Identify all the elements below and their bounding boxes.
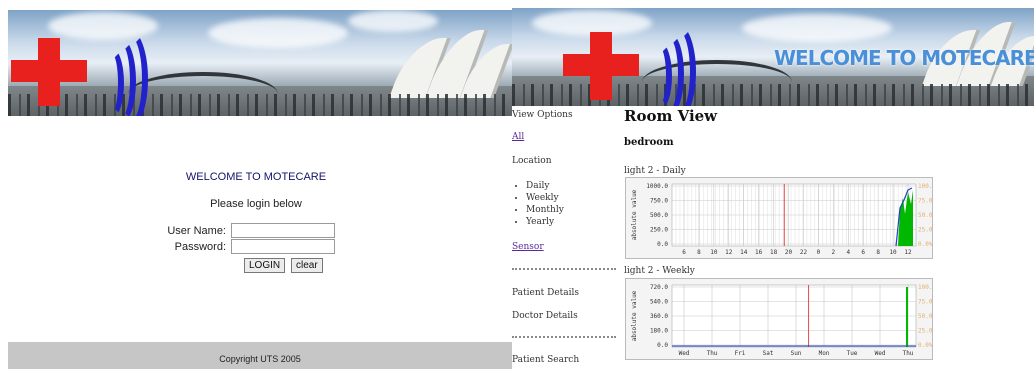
x-tick-label: Mon xyxy=(819,350,830,357)
right-axis-label: 50.0% xyxy=(918,212,932,219)
right-axis-label: 100.0% xyxy=(918,284,932,291)
right-axis-label: 25.0% xyxy=(918,328,932,335)
x-tick-label: 8 xyxy=(876,249,880,256)
x-tick-label: 0 xyxy=(817,249,821,256)
page-title: Room View xyxy=(624,107,718,125)
daily-graph-label: light 2 - Daily xyxy=(624,166,686,176)
weekly-series-bar xyxy=(906,287,908,347)
x-tick-label: Sat xyxy=(763,350,774,357)
x-tick-label: 6 xyxy=(861,249,865,256)
login-title: WELCOME TO MOTECARE xyxy=(185,171,327,183)
x-tick-label: 4 xyxy=(846,249,850,256)
clear-button[interactable]: clear xyxy=(291,258,323,273)
all-link[interactable]: All xyxy=(512,132,524,142)
weekly-light-graph: Wed Thu Fri Sat Sun Mon Tue Wed Thu 720.0 540.0 360… xyxy=(625,278,933,360)
x-tick-label: 2 xyxy=(832,249,836,256)
login-instructions: Please login below xyxy=(210,198,302,210)
y-tick-label: 360.0 xyxy=(650,313,668,320)
x-tick-label: Fri xyxy=(735,350,746,357)
weekly-graph-label: light 2 - Weekly xyxy=(624,266,695,276)
period-weekly[interactable]: Weekly xyxy=(526,192,564,204)
sensor-link[interactable]: Sensor xyxy=(512,242,544,252)
copyright-footer: Copyright UTS 2005 xyxy=(8,342,512,369)
x-tick-label: 8 xyxy=(697,249,701,256)
x-tick-label: 12 xyxy=(904,249,912,256)
divider xyxy=(512,336,616,338)
x-tick-label: 6 xyxy=(682,249,686,256)
x-tick-label: Thu xyxy=(707,350,718,357)
period-yearly[interactable]: Yearly xyxy=(526,216,564,228)
y-tick-label: 540.0 xyxy=(650,299,668,306)
x-tick-label: 10 xyxy=(889,249,897,256)
y-axis-label: absolute value xyxy=(631,189,638,240)
daily-light-graph: 6 8 10 12 14 16 18 20 22 0 2 4 6 8 10 12 1000.0 750.0 500.… xyxy=(625,177,933,259)
x-tick-label: Wed xyxy=(875,350,886,357)
y-tick-label: 0.0 xyxy=(657,342,668,349)
right-axis-label: 0.0% xyxy=(918,241,932,248)
right-axis-label: 25.0% xyxy=(918,227,932,234)
header-banner-image: WELCOME TO MOTECARE xyxy=(512,8,1034,106)
right-axis-label: 0.0% xyxy=(918,342,932,349)
room-view-screen: WELCOME TO MOTECARE View Options All Loc… xyxy=(512,0,1034,369)
y-tick-label: 1000.0 xyxy=(646,183,668,190)
patient-details-link[interactable]: Patient Details xyxy=(512,288,579,298)
x-tick-label: Thu xyxy=(903,350,914,357)
right-axis-label: 100.0% xyxy=(918,183,932,190)
header-banner-image xyxy=(8,10,512,116)
y-axis-label: absolute value xyxy=(631,290,638,341)
y-tick-label: 720.0 xyxy=(650,284,668,291)
patient-search-link[interactable]: Patient Search xyxy=(512,355,579,365)
doctor-details-link[interactable]: Doctor Details xyxy=(512,311,578,321)
password-label: Password: xyxy=(174,241,226,253)
x-tick-label: Sun xyxy=(791,350,802,357)
y-tick-label: 250.0 xyxy=(650,227,668,234)
room-name: bedroom xyxy=(624,137,674,148)
location-heading: Location xyxy=(512,156,552,166)
x-tick-label: 18 xyxy=(770,249,778,256)
username-field[interactable] xyxy=(231,223,335,238)
period-monthly[interactable]: Monthly xyxy=(526,204,564,216)
y-tick-label: 180.0 xyxy=(650,328,668,335)
login-screen: WELCOME TO MOTECARE Please login below U… xyxy=(0,0,512,369)
x-tick-label: 12 xyxy=(725,249,733,256)
y-tick-label: 500.0 xyxy=(650,212,668,219)
view-options-heading: View Options xyxy=(512,110,573,120)
right-axis-label: 75.0% xyxy=(918,299,932,306)
x-tick-label: Tue xyxy=(847,350,858,357)
divider xyxy=(512,268,616,270)
x-tick-label: 16 xyxy=(755,249,763,256)
banner-welcome-text: WELCOME TO MOTECARE xyxy=(774,46,1034,70)
password-field[interactable] xyxy=(231,239,335,254)
y-tick-label: 0.0 xyxy=(657,241,668,248)
username-label: User Name: xyxy=(167,225,226,237)
period-daily[interactable]: Daily xyxy=(526,180,564,192)
login-button[interactable]: LOGIN xyxy=(244,258,286,273)
period-list: Daily Weekly Monthly Yearly xyxy=(512,180,564,228)
x-tick-label: 20 xyxy=(785,249,793,256)
x-tick-label: Wed xyxy=(679,350,690,357)
y-tick-label: 750.0 xyxy=(650,198,668,205)
x-tick-label: 22 xyxy=(800,249,808,256)
x-tick-label: 14 xyxy=(740,249,748,256)
right-axis-label: 75.0% xyxy=(918,198,932,205)
right-axis-label: 50.0% xyxy=(918,313,932,320)
x-tick-label: 10 xyxy=(710,249,718,256)
